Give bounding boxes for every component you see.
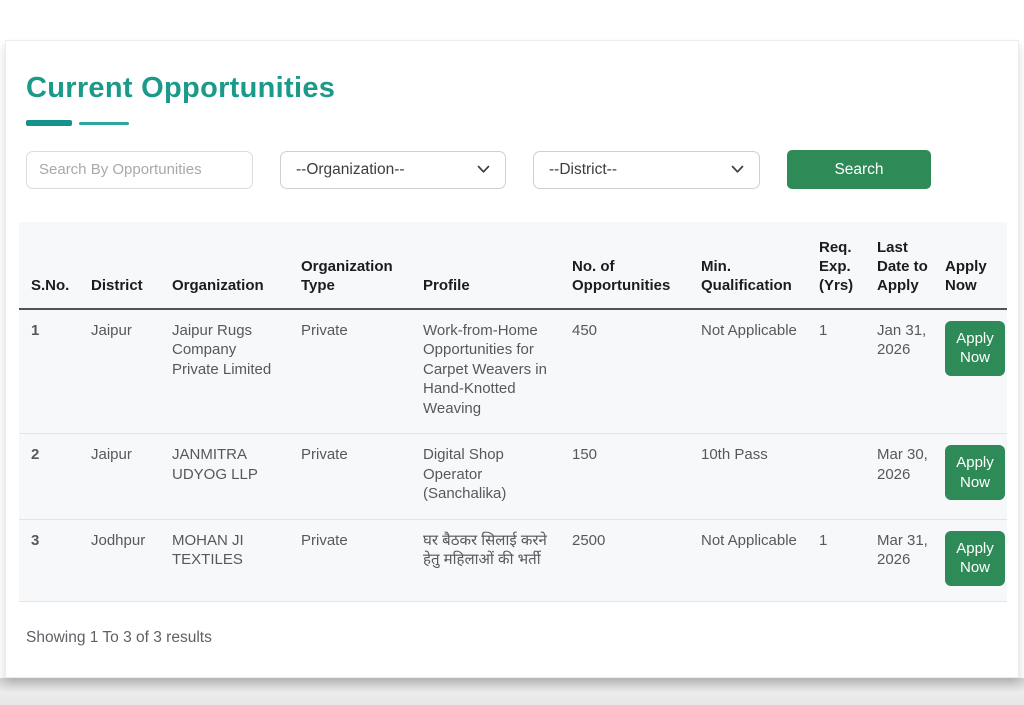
district-select[interactable]: --District-- [533,151,760,189]
cell-req-exp: 1 [811,309,869,434]
cell-req-exp: 1 [811,519,869,601]
chevron-down-icon [477,165,490,174]
cell-district: Jaipur [83,309,164,434]
apply-now-button[interactable]: Apply Now [945,531,1005,586]
header-last-date: Last Date to Apply [869,222,937,309]
header-req-exp: Req. Exp. (Yrs) [811,222,869,309]
header-apply-now: Apply Now [937,222,1007,309]
header-district: District [83,222,164,309]
cell-last-date: Jan 31, 2026 [869,309,937,434]
page-title: Current Opportunities [26,72,1005,105]
table-header-row: S.No. District Organization Organization… [19,222,1007,309]
cell-sno: 2 [19,434,83,520]
cell-opportunities: 2500 [564,519,693,601]
filter-bar: --Organization-- --District-- Search [26,150,1005,189]
cell-sno: 1 [19,309,83,434]
cell-last-date: Mar 31, 2026 [869,519,937,601]
cell-organization: Jaipur Rugs Company Private Limited [164,309,293,434]
cell-qualification: Not Applicable [693,309,811,434]
opportunities-card: Current Opportunities --Organization-- -… [5,40,1019,678]
cell-profile: घर बैठकर सिलाई करने हेतु महिलाओं की भर्त… [415,519,564,601]
organization-select[interactable]: --Organization-- [280,151,506,189]
cell-district: Jaipur [83,434,164,520]
title-underline [26,120,1005,126]
opportunities-table: S.No. District Organization Organization… [19,222,1007,602]
organization-select-value: --Organization-- [296,161,405,179]
cell-organization: MOHAN JI TEXTILES [164,519,293,601]
apply-now-button[interactable]: Apply Now [945,321,1005,376]
cell-opportunities: 450 [564,309,693,434]
search-input[interactable] [26,151,253,189]
header-organization-type: Organization Type [293,222,415,309]
district-select-value: --District-- [549,161,617,179]
cell-profile: Digital Shop Operator (Sanchalika) [415,434,564,520]
header-organization: Organization [164,222,293,309]
page: Current Opportunities --Organization-- -… [0,0,1024,705]
underline-bar-primary [26,120,72,126]
cell-district: Jodhpur [83,519,164,601]
table-row: 2 Jaipur JANMITRA UDYOG LLP Private Digi… [19,434,1007,520]
header-no-of-opportunities: No. of Opportunities [564,222,693,309]
header-sno: S.No. [19,222,83,309]
cell-qualification: Not Applicable [693,519,811,601]
search-button[interactable]: Search [787,150,931,189]
cell-profile: Work-from-Home Opportunities for Carpet … [415,309,564,434]
chevron-down-icon [731,165,744,174]
cell-last-date: Mar 30, 2026 [869,434,937,520]
page-bottom-background [0,678,1024,705]
table-row: 3 Jodhpur MOHAN JI TEXTILES Private घर ब… [19,519,1007,601]
header-min-qualification: Min. Qualification [693,222,811,309]
underline-bar-secondary [79,122,129,125]
cell-opportunities: 150 [564,434,693,520]
apply-now-button[interactable]: Apply Now [945,445,1005,500]
header-profile: Profile [415,222,564,309]
cell-org-type: Private [293,519,415,601]
cell-req-exp [811,434,869,520]
cell-organization: JANMITRA UDYOG LLP [164,434,293,520]
cell-sno: 3 [19,519,83,601]
table-row: 1 Jaipur Jaipur Rugs Company Private Lim… [19,309,1007,434]
cell-qualification: 10th Pass [693,434,811,520]
cell-org-type: Private [293,309,415,434]
cell-org-type: Private [293,434,415,520]
results-summary: Showing 1 To 3 of 3 results [26,629,1005,647]
